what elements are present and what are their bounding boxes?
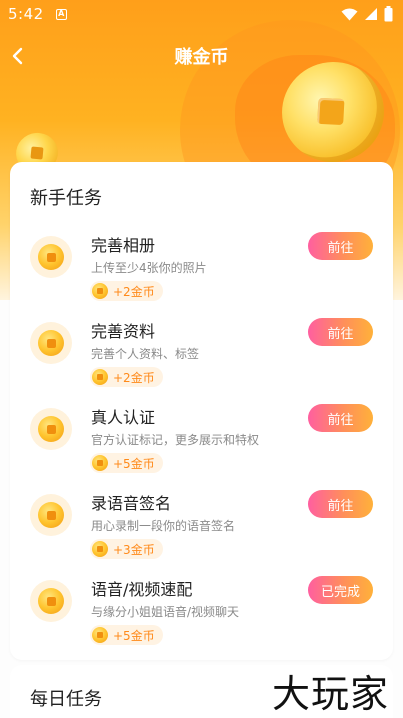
coin-icon bbox=[92, 455, 108, 471]
reward-badge: +5金币 bbox=[90, 625, 163, 645]
back-button[interactable] bbox=[6, 42, 34, 70]
task-description: 上传至少4张你的照片 bbox=[91, 261, 207, 275]
navigation-bar: 赚金币 bbox=[0, 36, 403, 76]
reward-badge: +3金币 bbox=[90, 539, 163, 559]
task-item: 语音/视频速配 与缘分小姐姐语音/视频聊天 +5金币 已完成 bbox=[10, 576, 393, 656]
signal-icon bbox=[365, 8, 377, 20]
task-item: 完善资料 完善个人资料、标签 +2金币 前往 bbox=[10, 318, 393, 398]
task-description: 完善个人资料、标签 bbox=[91, 347, 200, 361]
section-title: 每日任务 bbox=[30, 689, 102, 710]
reward-badge: +5金币 bbox=[90, 453, 163, 473]
coin-icon bbox=[30, 408, 72, 450]
task-item: 录语音签名 用心录制一段你的语音签名 +3金币 前往 bbox=[10, 490, 393, 570]
reward-amount: +5金币 bbox=[113, 628, 155, 643]
go-button[interactable]: 前往 bbox=[308, 232, 373, 260]
coin-icon bbox=[30, 322, 72, 364]
notification-icon: A bbox=[55, 8, 67, 20]
task-description: 用心录制一段你的语音签名 bbox=[91, 519, 236, 533]
reward-badge: +2金币 bbox=[90, 367, 163, 387]
reward-amount: +2金币 bbox=[113, 370, 155, 385]
coin-icon bbox=[92, 627, 108, 643]
task-description: 与缘分小姐姐语音/视频聊天 bbox=[91, 605, 240, 619]
task-item: 真人认证 官方认证标记，更多展示和特权 +5金币 前往 bbox=[10, 404, 393, 484]
coin-icon bbox=[92, 541, 108, 557]
coin-icon bbox=[30, 494, 72, 536]
go-button[interactable]: 前往 bbox=[308, 404, 373, 432]
coin-icon bbox=[92, 369, 108, 385]
completed-button[interactable]: 已完成 bbox=[308, 576, 373, 604]
newbie-tasks-card: 新手任务 完善相册 上传至少4张你的照片 +2金币 前往 完善资料 完善个人资料… bbox=[10, 162, 393, 660]
watermark-logo: 大玩家 bbox=[272, 672, 390, 716]
task-name: 真人认证 bbox=[91, 408, 156, 427]
page-title: 赚金币 bbox=[174, 47, 229, 68]
task-name: 完善相册 bbox=[91, 236, 156, 255]
go-button[interactable]: 前往 bbox=[308, 318, 373, 346]
section-title: 新手任务 bbox=[30, 188, 102, 209]
reward-amount: +5金币 bbox=[113, 456, 155, 471]
task-description: 官方认证标记，更多展示和特权 bbox=[91, 433, 260, 447]
task-item: 完善相册 上传至少4张你的照片 +2金币 前往 bbox=[10, 232, 393, 312]
reward-amount: +3金币 bbox=[113, 542, 155, 557]
reward-amount: +2金币 bbox=[113, 284, 155, 299]
task-name: 录语音签名 bbox=[91, 494, 172, 513]
status-bar: 5:42 A bbox=[0, 0, 403, 28]
battery-icon bbox=[384, 6, 393, 22]
status-time: 5:42 bbox=[8, 5, 44, 23]
task-name: 完善资料 bbox=[91, 322, 156, 341]
task-name: 语音/视频速配 bbox=[91, 580, 193, 599]
reward-badge: +2金币 bbox=[90, 281, 163, 301]
wifi-icon bbox=[341, 8, 358, 20]
coin-icon bbox=[30, 236, 72, 278]
coin-icon bbox=[30, 580, 72, 622]
coin-icon bbox=[92, 283, 108, 299]
go-button[interactable]: 前往 bbox=[308, 490, 373, 518]
